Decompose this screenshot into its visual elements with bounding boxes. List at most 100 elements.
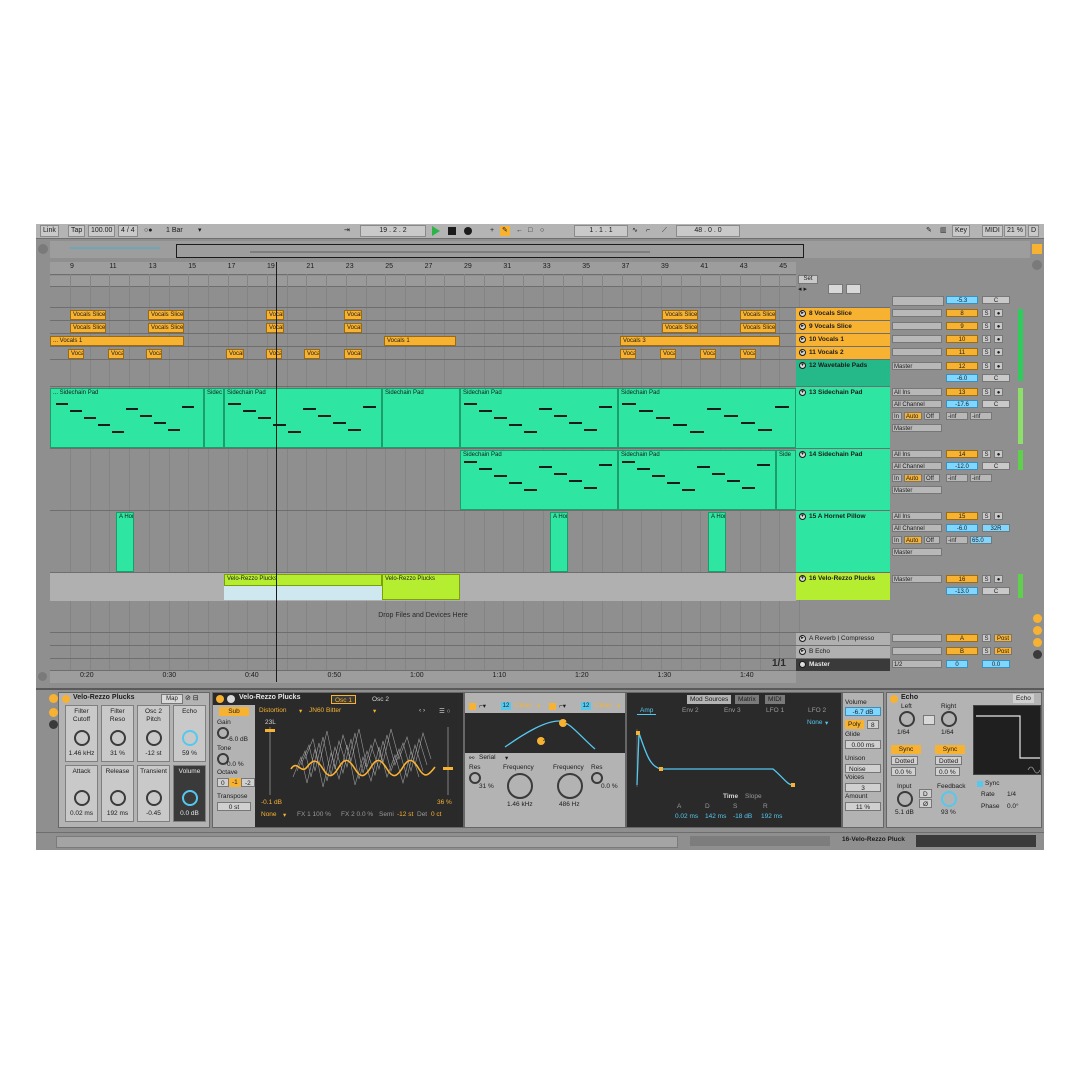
clip[interactable]: Velo-Rezzo Plucks bbox=[382, 574, 460, 600]
filter-response-display[interactable] bbox=[465, 713, 625, 753]
detune-value[interactable]: 0 ct bbox=[431, 811, 441, 818]
nav-arrows-icon[interactable]: ◂ ▸ bbox=[798, 285, 807, 293]
arm-icon[interactable]: ● bbox=[994, 362, 1003, 370]
routing-icon[interactable]: ⚯ bbox=[469, 754, 474, 762]
tap-button[interactable]: Tap bbox=[68, 225, 86, 237]
lane-velo-rezzo[interactable]: Velo-Rezzo Plucks Velo-Rezzo Plucks bbox=[50, 572, 796, 601]
wavetable-display[interactable] bbox=[287, 721, 437, 801]
midi-note[interactable] bbox=[494, 475, 507, 477]
power-icon[interactable] bbox=[890, 695, 898, 703]
midi-note[interactable] bbox=[652, 475, 665, 477]
filter2-toggle[interactable] bbox=[549, 703, 556, 710]
clip[interactable]: Voca bbox=[68, 349, 84, 359]
track-activator[interactable]: 12 bbox=[946, 362, 978, 370]
attack-value[interactable]: 0.02 ms bbox=[675, 813, 698, 820]
arrangement-view[interactable]: Vocals Slice Vocals Slice Vocal Vocal Vo… bbox=[50, 274, 800, 683]
power-icon[interactable] bbox=[216, 695, 224, 703]
macro-knob[interactable] bbox=[182, 730, 198, 746]
arrangement-overview[interactable] bbox=[50, 241, 1030, 258]
midi-note[interactable] bbox=[599, 464, 612, 466]
returns-toggle-icon[interactable] bbox=[1033, 638, 1042, 647]
playhead[interactable] bbox=[276, 262, 277, 682]
arm-icon[interactable]: ● bbox=[994, 512, 1003, 520]
macro-knob[interactable] bbox=[74, 730, 90, 746]
midi-note[interactable] bbox=[639, 410, 654, 412]
macro-6[interactable]: Release 192 ms bbox=[101, 765, 134, 822]
post-button[interactable]: Post bbox=[994, 634, 1012, 642]
tab-lfo1[interactable]: LFO 1 bbox=[763, 706, 787, 715]
track-name[interactable]: 14 Sidechain Pad bbox=[809, 451, 862, 458]
fold-icon[interactable]: ▸ bbox=[799, 648, 806, 655]
midi-note[interactable] bbox=[622, 403, 637, 405]
fold-icon[interactable]: ▸ bbox=[799, 661, 806, 668]
filter2-circuit[interactable]: Clean bbox=[595, 702, 612, 709]
clip[interactable]: Vocals Slice bbox=[148, 310, 184, 320]
midi-note[interactable] bbox=[584, 487, 597, 489]
voices-field[interactable]: 3 bbox=[845, 783, 881, 792]
track-volume[interactable]: -12.0 bbox=[946, 462, 978, 470]
midi-note[interactable] bbox=[584, 429, 597, 431]
midi-note[interactable] bbox=[673, 424, 688, 426]
track-name[interactable]: 10 Vocals 1 bbox=[809, 336, 844, 343]
left-offset[interactable]: 0.0 % bbox=[891, 767, 916, 776]
fx2-amount[interactable]: FX 2 0.0 % bbox=[341, 811, 373, 818]
feedback-value[interactable]: 93 % bbox=[941, 809, 956, 816]
filter-routing[interactable]: Serial bbox=[479, 754, 496, 761]
rack-options-icon[interactable]: ⊘ ⊟ bbox=[185, 694, 199, 702]
macro-value[interactable]: 31 % bbox=[102, 750, 133, 757]
macro-5[interactable]: Attack 0.02 ms bbox=[65, 765, 98, 822]
overview-toggle-icon[interactable] bbox=[38, 244, 48, 254]
follow-icon[interactable]: ⇥ bbox=[342, 226, 352, 236]
return-activator[interactable]: A bbox=[946, 634, 978, 642]
time-signature[interactable]: 4 / 4 bbox=[118, 225, 138, 237]
loop-start-field[interactable]: 1 . 1 . 1 bbox=[574, 225, 628, 237]
left-sync[interactable]: Sync bbox=[891, 745, 921, 754]
midi-note[interactable] bbox=[682, 489, 695, 491]
arrangement-position[interactable]: 19 . 2 . 2 bbox=[360, 225, 426, 237]
midi-note[interactable] bbox=[182, 406, 194, 408]
solo-button[interactable]: S bbox=[982, 362, 991, 370]
monitor-off[interactable]: Off bbox=[924, 412, 940, 420]
lane-hornet-pillow[interactable]: A Hor A Hor A Hor bbox=[50, 510, 796, 573]
midi-note[interactable] bbox=[98, 424, 110, 426]
fx1-amount[interactable]: FX 1 100 % bbox=[297, 811, 331, 818]
clip[interactable]: Vocal bbox=[266, 310, 284, 320]
midi-note[interactable] bbox=[524, 431, 537, 433]
keyboard-icon[interactable]: ▥ bbox=[938, 226, 949, 236]
clip[interactable]: Vocal bbox=[344, 323, 362, 333]
track-volume[interactable]: -6.0 bbox=[946, 524, 978, 532]
track-activator[interactable]: 16 bbox=[946, 575, 978, 583]
track-name[interactable]: Master bbox=[809, 661, 830, 668]
freq1-knob[interactable] bbox=[507, 773, 533, 799]
mixer-toggle-icon[interactable] bbox=[1033, 650, 1042, 659]
expand-icon[interactable] bbox=[828, 284, 843, 294]
input-value[interactable]: 5.1 dB bbox=[895, 809, 914, 816]
midi-note[interactable] bbox=[258, 417, 271, 419]
echo-tab[interactable]: Echo bbox=[1013, 694, 1034, 703]
freq2-value[interactable]: 486 Hz bbox=[559, 801, 580, 808]
right-mode-select[interactable]: Dotted bbox=[935, 756, 963, 765]
master-header[interactable]: ▸ Master bbox=[796, 658, 890, 671]
send-b[interactable]: 65.0 bbox=[970, 536, 992, 544]
distortion-toggle[interactable]: D bbox=[919, 789, 932, 798]
filter1-type-icon[interactable]: ⌐▾ bbox=[479, 702, 486, 710]
output-select[interactable]: Master bbox=[892, 486, 942, 494]
octave-minus1[interactable]: -1 bbox=[229, 778, 241, 787]
slope-mode[interactable]: Slope bbox=[745, 793, 762, 800]
freq2-knob[interactable] bbox=[557, 773, 583, 799]
tempo-field[interactable]: 100.00 bbox=[88, 225, 116, 237]
macro-value[interactable]: 0.02 ms bbox=[66, 810, 97, 817]
arm-icon[interactable]: ● bbox=[994, 348, 1003, 356]
right-time-value[interactable]: 1/64 bbox=[941, 729, 954, 736]
return-header-a[interactable]: ▸ A Reverb | Compresso bbox=[796, 632, 890, 645]
fx-mode-select[interactable]: None bbox=[261, 811, 277, 818]
clip[interactable]: Voca bbox=[700, 349, 716, 359]
monitor-in[interactable]: In bbox=[892, 412, 902, 420]
macro-knob[interactable] bbox=[74, 790, 90, 806]
clip[interactable]: Vocals Slice bbox=[740, 310, 776, 320]
midi-note[interactable] bbox=[569, 480, 582, 482]
midi-note[interactable] bbox=[56, 403, 68, 405]
play-preview-icon[interactable] bbox=[227, 695, 235, 703]
clip[interactable]: Vocals Slice bbox=[148, 323, 184, 333]
tab-matrix[interactable]: Matrix bbox=[735, 695, 759, 704]
